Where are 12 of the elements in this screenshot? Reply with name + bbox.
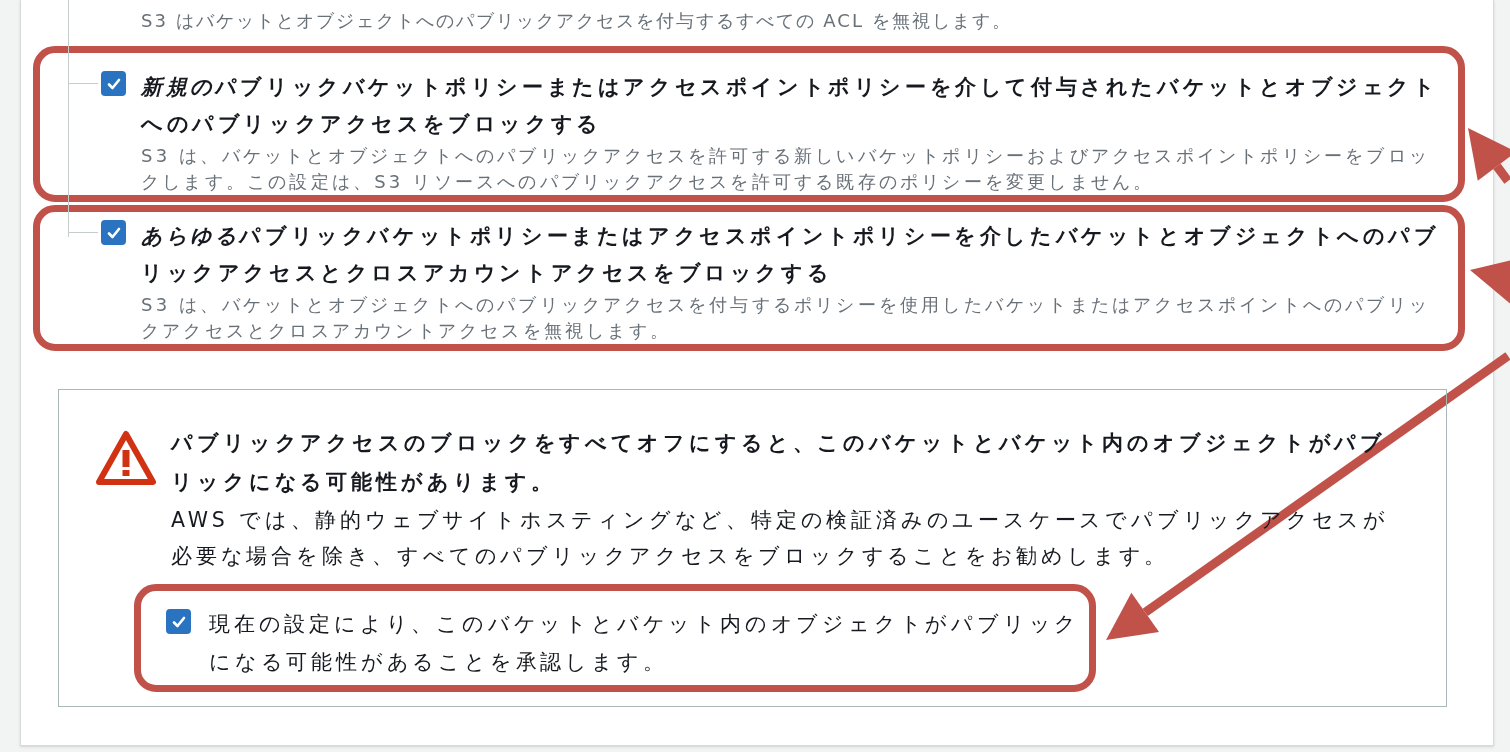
option-description: S3 は、バケットとオブジェクトへのパブリックアクセスを許可する新しいバケットポリシーおよびアクセスポイントポリシーをブロックします。この設定は、S3 リソースへのパブリックアクセスを許可する既存のポリシーを変更しません。: [141, 144, 1431, 194]
option-description: S3 は、バケットとオブジェクトへのパブリックアクセスを付与するポリシーを使用したバケットまたはアクセスポイントへのパブリックアクセスとクロスアカウントアクセスを無視します。: [141, 293, 1431, 343]
annotation-arrow: [1468, 128, 1510, 184]
checkbox[interactable]: [101, 220, 126, 245]
acknowledgement-label: 現在の設定により、このバケットとバケット内のオブジェクトがパブリックになる可能性があることを承認します。: [209, 611, 1082, 676]
option-title: 新規のパブリックバケットポリシーまたはアクセスポイントポリシーを介して付与されたバケットとオブジェクトへのパブリックアクセスをブロックする: [141, 74, 1440, 138]
warning-title: パブリックアクセスのブロックをすべてオフにすると、このバケットとバケット内のオブジェクトがパブリックになる可能性があります。: [171, 430, 1388, 496]
option-title: あらゆるパブリックバケットポリシーまたはアクセスポイントポリシーを介したバケットとオブジェクトへのパブリックアクセスとクロスアカウントアクセスをブロックする: [141, 223, 1441, 287]
warning-icon: [95, 430, 157, 486]
checkbox[interactable]: [166, 609, 191, 634]
checkbox[interactable]: [101, 71, 126, 96]
option-description: S3 はバケットとオブジェクトへのパブリックアクセスを付与するすべての ACL を無視します。: [140, 9, 1013, 33]
